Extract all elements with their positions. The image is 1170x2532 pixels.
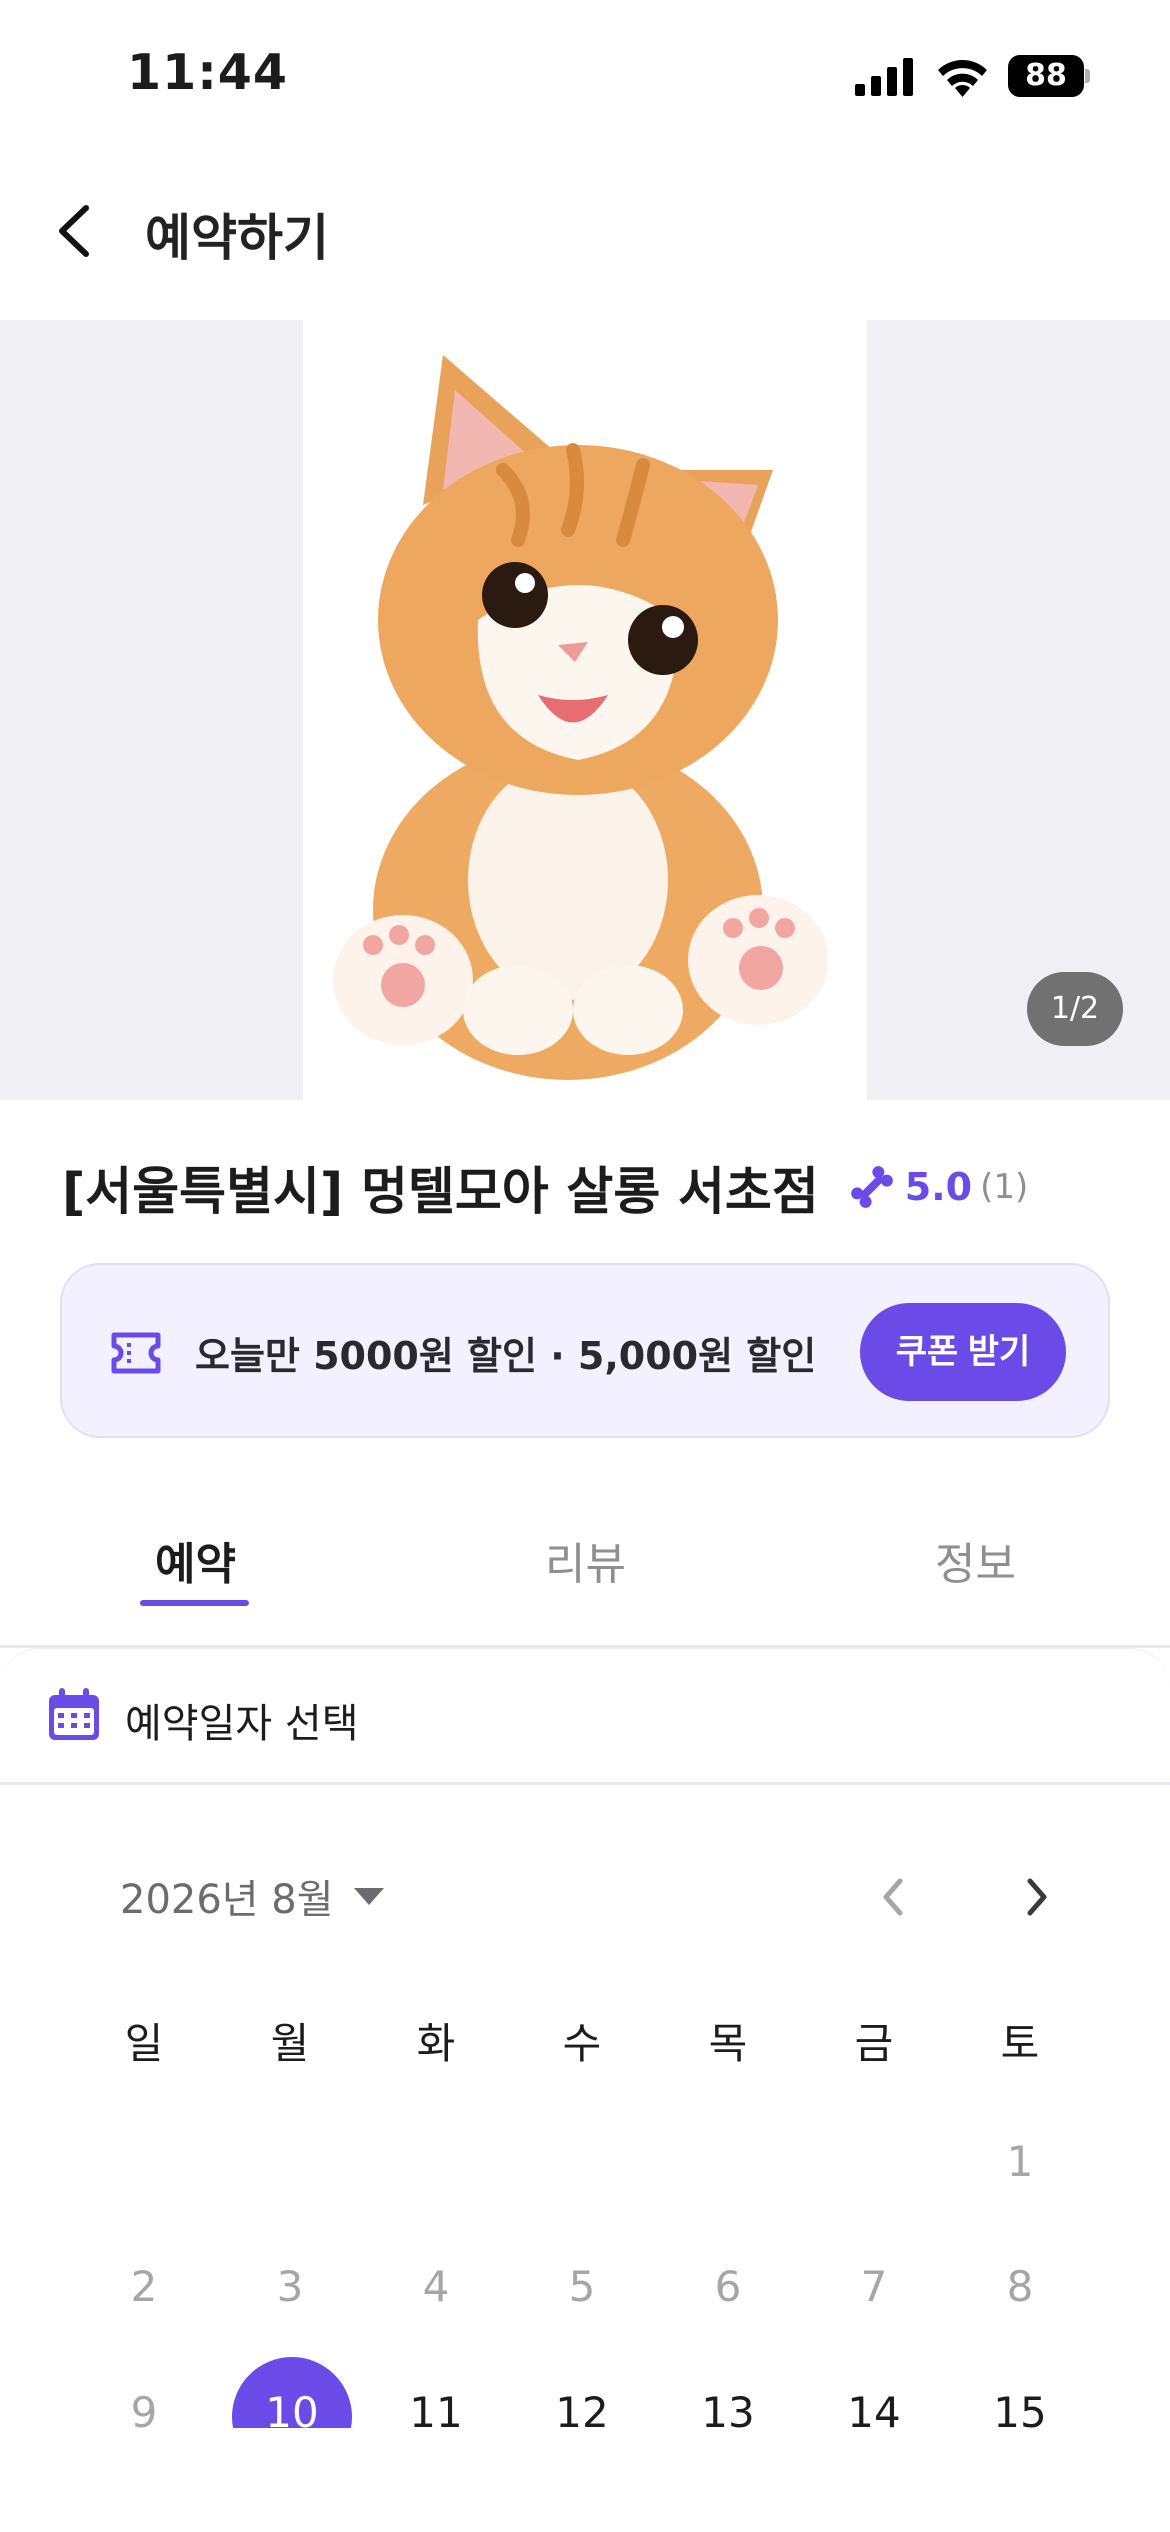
shop-title-row: [서울특별시] 멍텔모아 살롱 서초점 5.0 (1) (62, 1152, 1142, 1222)
calendar-day: 8 (1006, 2262, 1034, 2311)
shop-name: [서울특별시] 멍텔모아 살롱 서초점 (62, 1163, 819, 1222)
weekday-label: 토 (1000, 2019, 1040, 2068)
coupon-text: 오늘만 5000원 할인 · 5,000원 할인 (195, 1334, 817, 1378)
page-title: 예약하기 (145, 209, 329, 267)
caret-down-icon[interactable] (352, 1885, 386, 1907)
date-section-header: 예약일자 선택 (0, 1648, 1170, 1785)
rating-score: 5.0 (904, 1165, 973, 1209)
status-bar: 11:44 88 (0, 0, 1170, 150)
rating-count: (1) (980, 1167, 1029, 1207)
weekday-label: 화 (416, 2019, 456, 2068)
back-arrow-icon[interactable] (40, 190, 110, 270)
kitten-image (303, 320, 867, 1100)
tab-info[interactable]: 정보 (935, 1528, 1016, 1592)
bottom-overlay (0, 2428, 1170, 2532)
tab-reviews[interactable]: 리뷰 (545, 1528, 626, 1592)
prev-month-button[interactable] (872, 1869, 912, 1925)
coupon-banner: 오늘만 5000원 할인 · 5,000원 할인 쿠폰 받기 (60, 1263, 1110, 1438)
image-pager: 1/2 (1027, 972, 1123, 1046)
date-section-title: 예약일자 선택 (125, 1701, 359, 1747)
calendar-day: 6 (714, 2262, 742, 2311)
calendar-day: 5 (568, 2262, 596, 2311)
bone-icon (850, 1166, 893, 1208)
weekday-label: 수 (562, 2019, 602, 2068)
next-month-button[interactable] (1018, 1869, 1058, 1925)
tab-bar: 예약 리뷰 정보 (0, 1500, 1170, 1648)
weekday-label: 목 (708, 2019, 748, 2068)
image-carousel[interactable]: 1/2 (0, 320, 1170, 1100)
calendar-day: 1 (1006, 2137, 1034, 2186)
battery-level: 88 (1008, 55, 1084, 97)
status-time: 11:44 (127, 44, 288, 101)
tab-reservation[interactable]: 예약 (155, 1528, 236, 1592)
ticket-icon (111, 1332, 161, 1374)
calendar-icon (49, 1688, 99, 1740)
battery-icon: 88 (1008, 55, 1090, 97)
month-select[interactable]: 2026년 8월 (120, 1867, 334, 1925)
calendar-day: 4 (422, 2262, 450, 2311)
weekday-label: 금 (854, 2019, 894, 2068)
app-header: 예약하기 (0, 160, 1170, 300)
tab-active-indicator (140, 1600, 249, 1606)
month-navigation: 2026년 8월 (0, 1855, 1170, 1935)
calendar-day: 7 (860, 2262, 888, 2311)
get-coupon-button[interactable]: 쿠폰 받기 (860, 1303, 1066, 1401)
signal-icon (855, 58, 913, 96)
wifi-icon (938, 59, 987, 97)
calendar-day: 2 (130, 2262, 158, 2311)
weekday-label: 일 (124, 2019, 164, 2068)
weekday-label: 월 (270, 2019, 310, 2068)
calendar-day: 3 (276, 2262, 304, 2311)
